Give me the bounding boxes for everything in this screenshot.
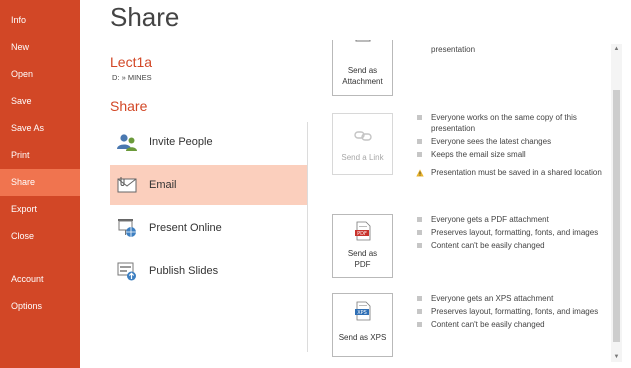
bullet-marker: [417, 115, 422, 120]
bullet-text: Content can't be easily changed: [431, 320, 545, 329]
bullet-marker: [417, 217, 422, 222]
share-option-publish-slides[interactable]: Publish Slides: [110, 251, 307, 291]
scroll-down-icon[interactable]: ▼: [611, 352, 622, 362]
bullet-marker: [417, 138, 422, 144]
bullet-marker: [417, 296, 422, 301]
bullet-text: Everyone works on the same copy of this …: [431, 113, 577, 133]
bullet-text: Everyone sees the latest changes: [431, 136, 552, 146]
pdf-label-line1: Send as: [347, 249, 378, 258]
bullet-text: Content can't be easily changed: [431, 241, 545, 250]
pdf-icon-text: PDF: [357, 231, 367, 237]
pdf-icon: PDF: [355, 221, 371, 241]
bullet-item: Content can't be easily changed: [416, 320, 606, 331]
bullet-item: Everyone gets a PDF attachment: [416, 215, 606, 226]
bullet-text: Preserves layout, formatting, fonts, and…: [431, 307, 599, 316]
warning-item: Presentation must be saved in a shared l…: [416, 168, 606, 179]
share-option-present-online[interactable]: Present Online: [110, 208, 307, 248]
bullet-item: Everyone gets an XPS attachment: [416, 294, 606, 305]
scrollbar-thumb[interactable]: [613, 90, 620, 342]
bullet-marker: [417, 151, 422, 157]
nav-item-export[interactable]: Export: [0, 196, 80, 223]
xps-icon: XPS: [355, 301, 371, 321]
nav-item-share[interactable]: Share: [0, 169, 80, 196]
section-title: Share: [110, 98, 148, 114]
nav-item-open[interactable]: Open: [0, 61, 80, 88]
bullet-marker: [417, 309, 422, 314]
nav-item-options[interactable]: Options: [0, 293, 80, 320]
bullet-item: Everyone works on the same copy of this …: [416, 113, 606, 134]
bullet-text: Everyone gets a PDF attachment: [431, 215, 549, 224]
warning-text: Presentation must be saved in a shared l…: [431, 168, 602, 177]
bullet-item: Keeps the email size small: [416, 150, 606, 161]
bullet-item: Everyone sees the latest changes: [416, 137, 606, 148]
xps-icon-text: XPS: [357, 310, 367, 316]
xps-bullets: Everyone gets an XPS attachment Preserve…: [416, 294, 606, 333]
share-option-label: Present Online: [149, 222, 222, 234]
email-options-panel: Send as Attachment presentation Send a L…: [316, 40, 609, 360]
share-option-label: Invite People: [149, 136, 213, 148]
warning-icon: [416, 169, 424, 177]
nav-item-new[interactable]: New: [0, 34, 80, 61]
bullet-text: Keeps the email size small: [431, 149, 526, 159]
link-icon: [354, 131, 372, 141]
nav-item-print[interactable]: Print: [0, 142, 80, 169]
present-online-icon: [118, 219, 136, 237]
backstage-nav: Info New Open Save Save As Print Share E…: [0, 0, 80, 368]
bullet-item: Content can't be easily changed: [416, 241, 606, 252]
bullet-text: Everyone gets an XPS attachment: [431, 294, 554, 303]
document-path: D: » MINES: [112, 73, 152, 82]
publish-slides-icon: [117, 262, 136, 281]
nav-item-info[interactable]: Info: [0, 7, 80, 34]
bullet-item: presentation: [416, 45, 606, 56]
page-title: Share: [110, 2, 180, 32]
link-label: Send a Link: [341, 153, 384, 162]
pdf-bullets: Everyone gets a PDF attachment Preserves…: [416, 215, 606, 254]
panel-divider: [307, 122, 308, 352]
attachment-label-line2: Attachment: [342, 77, 383, 86]
pdf-label-line2: PDF: [354, 260, 371, 269]
scroll-up-icon[interactable]: ▲: [611, 44, 622, 54]
bullet-marker: [417, 243, 422, 248]
nav-item-account[interactable]: Account: [0, 266, 80, 293]
bullet-text: presentation: [431, 45, 476, 54]
email-icon: [117, 177, 137, 193]
nav-item-save-as[interactable]: Save As: [0, 115, 80, 142]
vertical-scrollbar[interactable]: ▲ ▼: [611, 44, 622, 362]
attachment-bullets: presentation: [416, 45, 606, 58]
link-bullets: Everyone works on the same copy of this …: [416, 113, 606, 181]
bullet-item: Preserves layout, formatting, fonts, and…: [416, 228, 606, 239]
bullet-item: Preserves layout, formatting, fonts, and…: [416, 307, 606, 318]
nav-item-save[interactable]: Save: [0, 88, 80, 115]
bullet-marker: [417, 230, 422, 235]
attachment-icon: [355, 40, 371, 42]
nav-item-close[interactable]: Close: [0, 223, 80, 250]
bullet-text: Preserves layout, formatting, fonts, and…: [431, 228, 599, 237]
share-option-label: Email: [149, 179, 177, 191]
share-option-email[interactable]: Email: [110, 165, 307, 205]
send-as-pdf-button[interactable]: PDF Send as PDF: [332, 214, 393, 278]
document-name: Lect1a: [110, 54, 153, 70]
invite-people-icon: [117, 134, 137, 151]
send-as-attachment-button[interactable]: Send as Attachment: [332, 40, 393, 96]
bullet-marker: [417, 322, 422, 327]
attachment-label-line1: Send as: [347, 66, 378, 75]
share-option-label: Publish Slides: [149, 265, 219, 277]
send-as-xps-button[interactable]: XPS Send as XPS: [332, 293, 393, 357]
send-a-link-button: Send a Link: [332, 113, 393, 175]
share-option-invite-people[interactable]: Invite People: [110, 122, 307, 162]
xps-label: Send as XPS: [338, 333, 387, 342]
